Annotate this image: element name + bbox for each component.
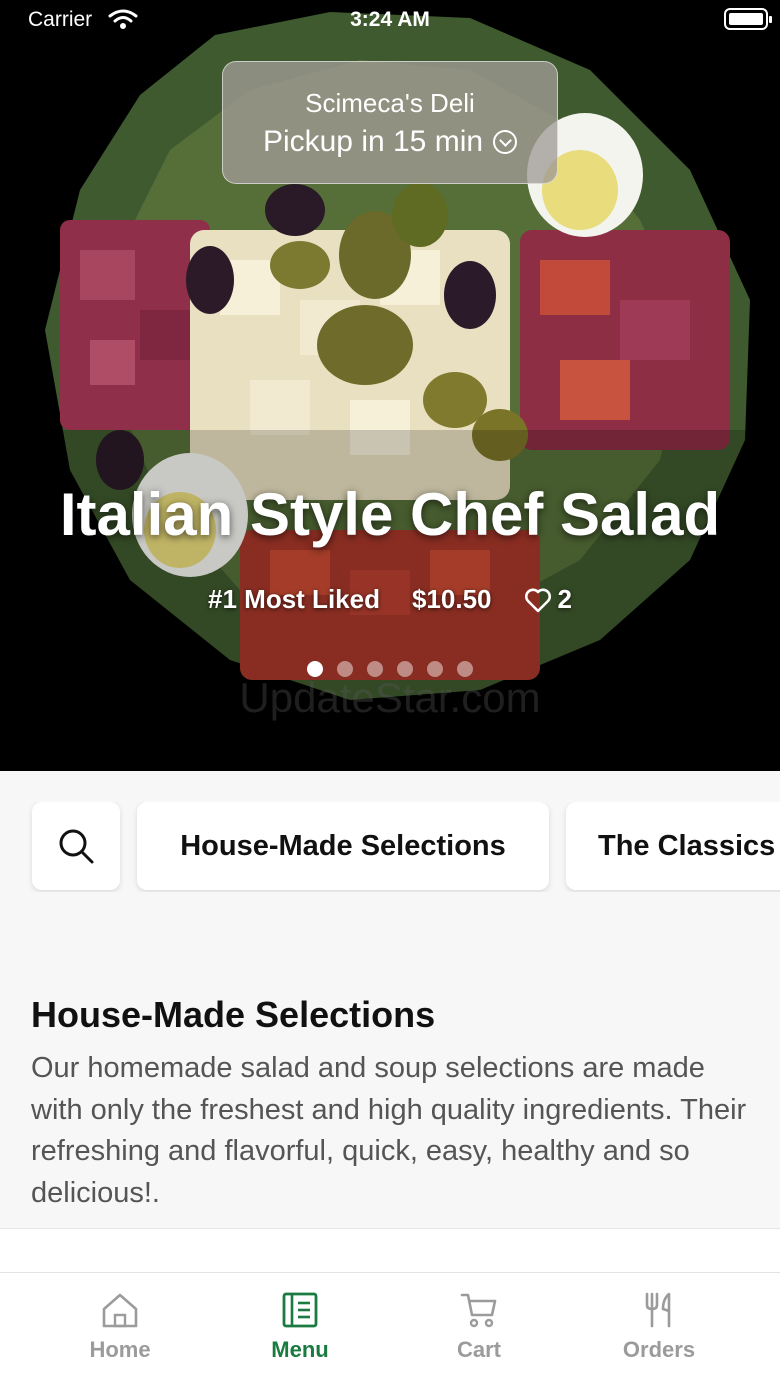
search-icon — [59, 829, 94, 864]
tab-orders[interactable]: Orders — [579, 1291, 739, 1363]
category-chip-house-made[interactable]: House-Made Selections — [137, 802, 549, 890]
carousel-dot[interactable] — [427, 661, 443, 677]
carousel-dot[interactable] — [367, 661, 383, 677]
carousel-dots — [0, 661, 780, 677]
section-title: House-Made Selections — [31, 994, 436, 1035]
battery-icon — [724, 8, 772, 30]
tab-label: Cart — [456, 1337, 501, 1362]
tab-cart[interactable]: Cart — [399, 1291, 559, 1363]
cart-icon — [460, 1293, 497, 1328]
featured-hero[interactable]: Carrier 3:24 AM Scimeca's Deli Pickup in… — [0, 0, 780, 771]
pickup-selector[interactable]: Scimeca's Deli Pickup in 15 min — [222, 61, 558, 184]
carousel-dot[interactable] — [337, 661, 353, 677]
tab-label: Home — [89, 1337, 151, 1362]
featured-rank: #1 Most Liked — [208, 584, 380, 614]
chevron-down-icon — [493, 130, 518, 154]
featured-title: Italian Style Chef Salad — [59, 481, 721, 548]
carousel-dot[interactable] — [457, 661, 473, 677]
menu-icon — [282, 1292, 318, 1328]
carousel-dot[interactable] — [397, 661, 413, 677]
tab-label: Orders — [622, 1337, 696, 1362]
featured-price: $10.50 — [411, 584, 492, 614]
tab-bar: Home Menu Cart Orders — [0, 1272, 780, 1387]
watermark: UpdateStar.com — [239, 674, 541, 721]
tab-label: Menu — [271, 1337, 329, 1362]
featured-meta: #1 Most Liked $10.50 2 — [0, 584, 780, 615]
tab-home[interactable]: Home — [40, 1291, 200, 1363]
featured-likes[interactable]: 2 — [524, 584, 572, 615]
carousel-dot[interactable] — [307, 661, 323, 677]
category-chip-classics[interactable]: The Classics — [566, 802, 780, 890]
fork-knife-icon — [645, 1292, 671, 1328]
menu-list-start — [0, 1228, 780, 1278]
category-chips: House-Made Selections The Classics — [0, 802, 780, 892]
clock: 3:24 AM — [350, 8, 430, 31]
pickup-time-label: Pickup in 15 min — [262, 125, 484, 158]
likes-count: 2 — [557, 584, 572, 614]
search-button[interactable] — [32, 802, 120, 890]
store-name: Scimeca's Deli — [305, 88, 475, 118]
section-description: Our homemade salad and soup selections a… — [31, 1052, 747, 1209]
status-bar: Carrier 3:24 AM — [0, 0, 780, 40]
home-icon — [102, 1293, 138, 1328]
tab-menu[interactable]: Menu — [220, 1291, 380, 1363]
heart-icon — [524, 588, 551, 612]
